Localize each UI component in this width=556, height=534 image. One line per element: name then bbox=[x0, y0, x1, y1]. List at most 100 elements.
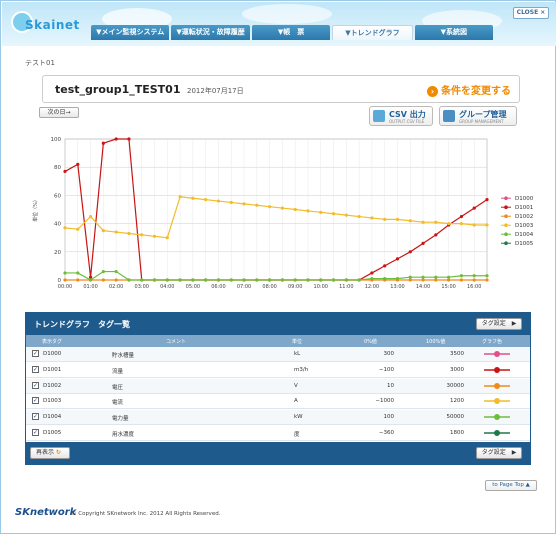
group-management-button[interactable]: グループ管理 GROUP MANAGEMENT bbox=[439, 106, 517, 126]
data-point-D1004 bbox=[216, 278, 221, 282]
tag-checkbox[interactable]: ✓ bbox=[32, 413, 39, 421]
data-point-D1003 bbox=[101, 229, 105, 233]
data-point-D1003 bbox=[255, 203, 259, 207]
data-point-D1004 bbox=[255, 278, 259, 282]
data-point-D1004 bbox=[165, 278, 169, 282]
refresh-icon: ↻ bbox=[55, 449, 61, 456]
data-point-D1004 bbox=[395, 276, 400, 281]
data-point-D1002 bbox=[101, 278, 105, 282]
x-tick-label: 09:00 bbox=[288, 284, 302, 290]
group-icon bbox=[443, 110, 455, 122]
x-tick-label: 16:00 bbox=[467, 284, 481, 290]
data-point-D1003 bbox=[178, 195, 182, 199]
y-axis-label: 単位（%） bbox=[32, 197, 39, 222]
x-tick-label: 07:00 bbox=[237, 284, 251, 290]
tab-trend-graph[interactable]: ▼トレンドグラフ bbox=[332, 25, 413, 40]
redisplay-button[interactable]: 再表示 ↻ bbox=[30, 447, 70, 459]
tag-hundred-value: 3000 bbox=[450, 366, 464, 373]
data-point-D1001 bbox=[485, 198, 489, 202]
tab-system-diagram[interactable]: ▼系統図 bbox=[414, 25, 494, 40]
y-tick-label: 100 bbox=[51, 137, 62, 143]
data-point-D1001 bbox=[63, 169, 67, 174]
data-point-D1003 bbox=[434, 220, 438, 224]
data-point-D1004 bbox=[242, 278, 246, 282]
graph-color-swatch[interactable] bbox=[484, 382, 510, 390]
table-row: ✓ D1005 用水濃度 度 −360 1800 bbox=[26, 426, 530, 441]
data-point-D1002 bbox=[76, 278, 80, 282]
data-point-D1004 bbox=[63, 271, 67, 275]
tag-code: D1000 bbox=[43, 351, 62, 357]
graph-color-swatch[interactable] bbox=[484, 413, 510, 421]
data-point-D1004 bbox=[306, 278, 310, 282]
data-point-D1004 bbox=[344, 278, 348, 282]
table-row: ✓ D1004 電力量 kW 100 50000 bbox=[26, 410, 530, 426]
legend-label: D1000 bbox=[515, 196, 534, 202]
y-tick-label: 20 bbox=[54, 250, 61, 256]
x-tick-label: 05:00 bbox=[186, 284, 200, 290]
tag-checkbox[interactable]: ✓ bbox=[32, 429, 39, 436]
plot-area bbox=[64, 138, 488, 281]
footer: SKnetwork © Copyright SKnetwork Inc. 201… bbox=[1, 499, 555, 533]
change-condition-button[interactable]: › 条件を変更する bbox=[427, 82, 511, 97]
tag-code: D1001 bbox=[43, 366, 62, 373]
tag-code: D1005 bbox=[43, 430, 62, 436]
data-point-D1004 bbox=[127, 278, 131, 282]
x-tick-label: 02:00 bbox=[109, 284, 123, 290]
tab-main-monitoring[interactable]: ▼メイン監視システム bbox=[91, 25, 170, 40]
data-point-D1003 bbox=[485, 223, 489, 227]
legend-label: D1005 bbox=[515, 241, 534, 247]
tag-checkbox[interactable]: ✓ bbox=[32, 365, 39, 373]
next-day-button[interactable]: 次の日→ bbox=[39, 107, 79, 118]
x-tick-label: 12:00 bbox=[365, 284, 379, 290]
app-window: Skainet CLOSE × ▼メイン監視システム ▼運転状況・故障履歴 ▼帳… bbox=[0, 0, 556, 534]
tab-reports[interactable]: ▼帳 票 bbox=[251, 25, 331, 40]
tab-operation-history[interactable]: ▼運転状況・故障履歴 bbox=[171, 25, 250, 40]
data-point-D1004 bbox=[357, 278, 361, 282]
data-point-D1004 bbox=[88, 278, 93, 282]
footer-logo: SKnetwork bbox=[15, 507, 77, 518]
x-tick-label: 14:00 bbox=[416, 284, 430, 290]
col-hundred: 100%値 bbox=[426, 339, 446, 345]
x-tick-label: 08:00 bbox=[262, 284, 276, 290]
tag-setting-button-bottom[interactable]: タグ設定 ▶ bbox=[476, 447, 522, 459]
csv-export-sublabel: OUTPUT CSV FILE bbox=[389, 119, 425, 124]
tag-hundred-value: 30000 bbox=[446, 382, 465, 389]
x-tick-label: 01:00 bbox=[83, 284, 97, 290]
data-point-D1001 bbox=[459, 214, 464, 219]
graph-color-swatch[interactable] bbox=[484, 350, 510, 358]
data-point-D1003 bbox=[319, 210, 323, 214]
data-point-D1001 bbox=[434, 233, 438, 237]
tag-zero-value: 300 bbox=[383, 351, 395, 357]
graph-color-swatch[interactable] bbox=[484, 366, 510, 374]
legend-label: D1004 bbox=[515, 232, 534, 238]
data-point-D1004 bbox=[434, 275, 438, 279]
close-button[interactable]: CLOSE × bbox=[513, 7, 549, 19]
tag-comment: 流量 bbox=[112, 368, 124, 375]
tag-setting-button[interactable]: タグ設定 ▶ bbox=[476, 318, 522, 330]
data-point-D1004 bbox=[280, 278, 284, 282]
graph-color-swatch[interactable] bbox=[484, 429, 510, 437]
tag-checkbox[interactable]: ✓ bbox=[32, 381, 39, 389]
csv-export-button[interactable]: CSV 出力 OUTPUT CSV FILE bbox=[369, 106, 433, 126]
graph-color-swatch[interactable] bbox=[484, 397, 510, 405]
data-point-D1001 bbox=[370, 271, 374, 275]
data-point-D1004 bbox=[447, 275, 451, 279]
tag-checkbox[interactable]: ✓ bbox=[32, 350, 39, 357]
y-tick-label: 60 bbox=[54, 193, 61, 199]
data-point-D1002 bbox=[63, 278, 67, 282]
col-color: グラフ色 bbox=[482, 339, 503, 345]
data-point-D1004 bbox=[319, 278, 323, 282]
data-point-D1002 bbox=[447, 278, 451, 282]
data-point-D1004 bbox=[370, 276, 374, 281]
data-point-D1004 bbox=[459, 274, 464, 278]
tag-comment: 電力量 bbox=[112, 416, 129, 423]
redisplay-label: 再表示 bbox=[36, 449, 55, 456]
data-point-D1003 bbox=[191, 196, 195, 200]
tag-checkbox[interactable]: ✓ bbox=[32, 397, 39, 405]
group-management-sublabel: GROUP MANAGEMENT bbox=[459, 119, 504, 124]
data-point-D1003 bbox=[370, 216, 374, 220]
data-point-D1001 bbox=[127, 137, 131, 141]
page-top-link[interactable]: to Page Top ▲ bbox=[485, 480, 537, 491]
data-point-D1001 bbox=[472, 206, 476, 210]
data-point-D1003 bbox=[306, 209, 310, 213]
